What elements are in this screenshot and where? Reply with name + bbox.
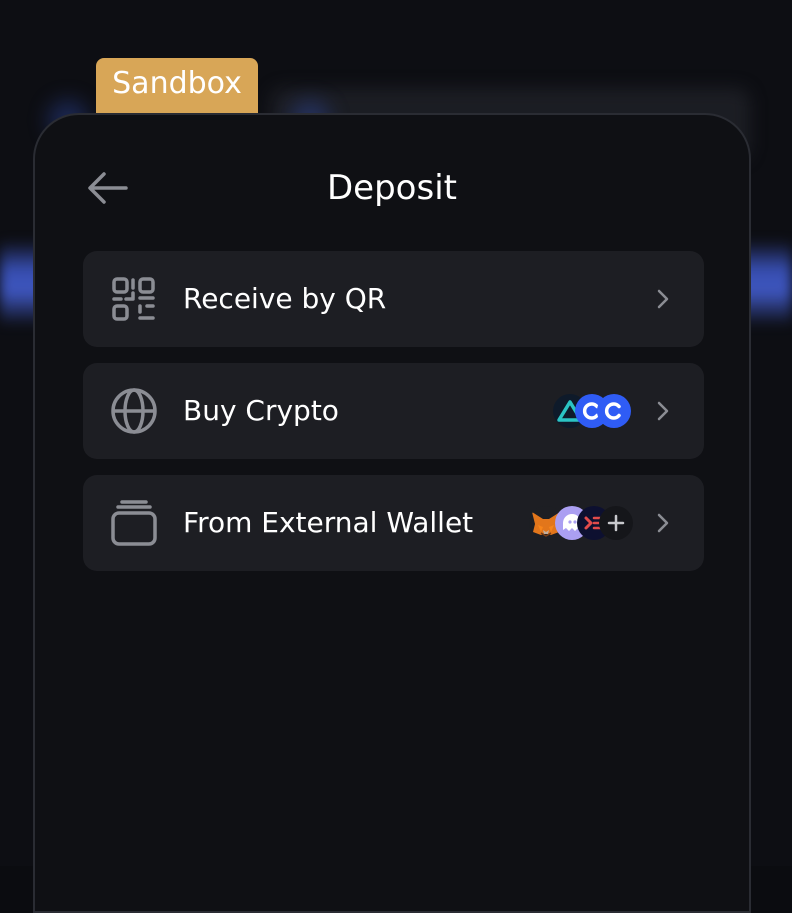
option-label: Receive by QR xyxy=(183,282,387,315)
page-title: Deposit xyxy=(327,168,457,208)
option-label: Buy Crypto xyxy=(183,394,339,427)
option-label: From External Wallet xyxy=(183,506,474,539)
coinbase-logo xyxy=(597,394,631,428)
sandbox-tag: Sandbox xyxy=(96,58,258,113)
chevron-right-icon xyxy=(657,289,669,309)
option-receive-by-qr[interactable]: Receive by QR xyxy=(83,251,704,347)
plus-icon xyxy=(599,506,633,540)
wallet-stack-icon xyxy=(110,499,158,547)
deposit-modal: Deposit Receive by QR Buy Crypto From Ex… xyxy=(33,113,751,913)
chevron-right-icon xyxy=(657,513,669,533)
qr-code-icon xyxy=(110,275,158,323)
option-buy-crypto[interactable]: Buy Crypto xyxy=(83,363,704,459)
option-from-external-wallet[interactable]: From External Wallet xyxy=(83,475,704,571)
chevron-right-icon xyxy=(657,401,669,421)
payment-providers xyxy=(553,394,633,428)
globe-icon xyxy=(110,387,158,435)
wallet-providers xyxy=(529,506,633,540)
